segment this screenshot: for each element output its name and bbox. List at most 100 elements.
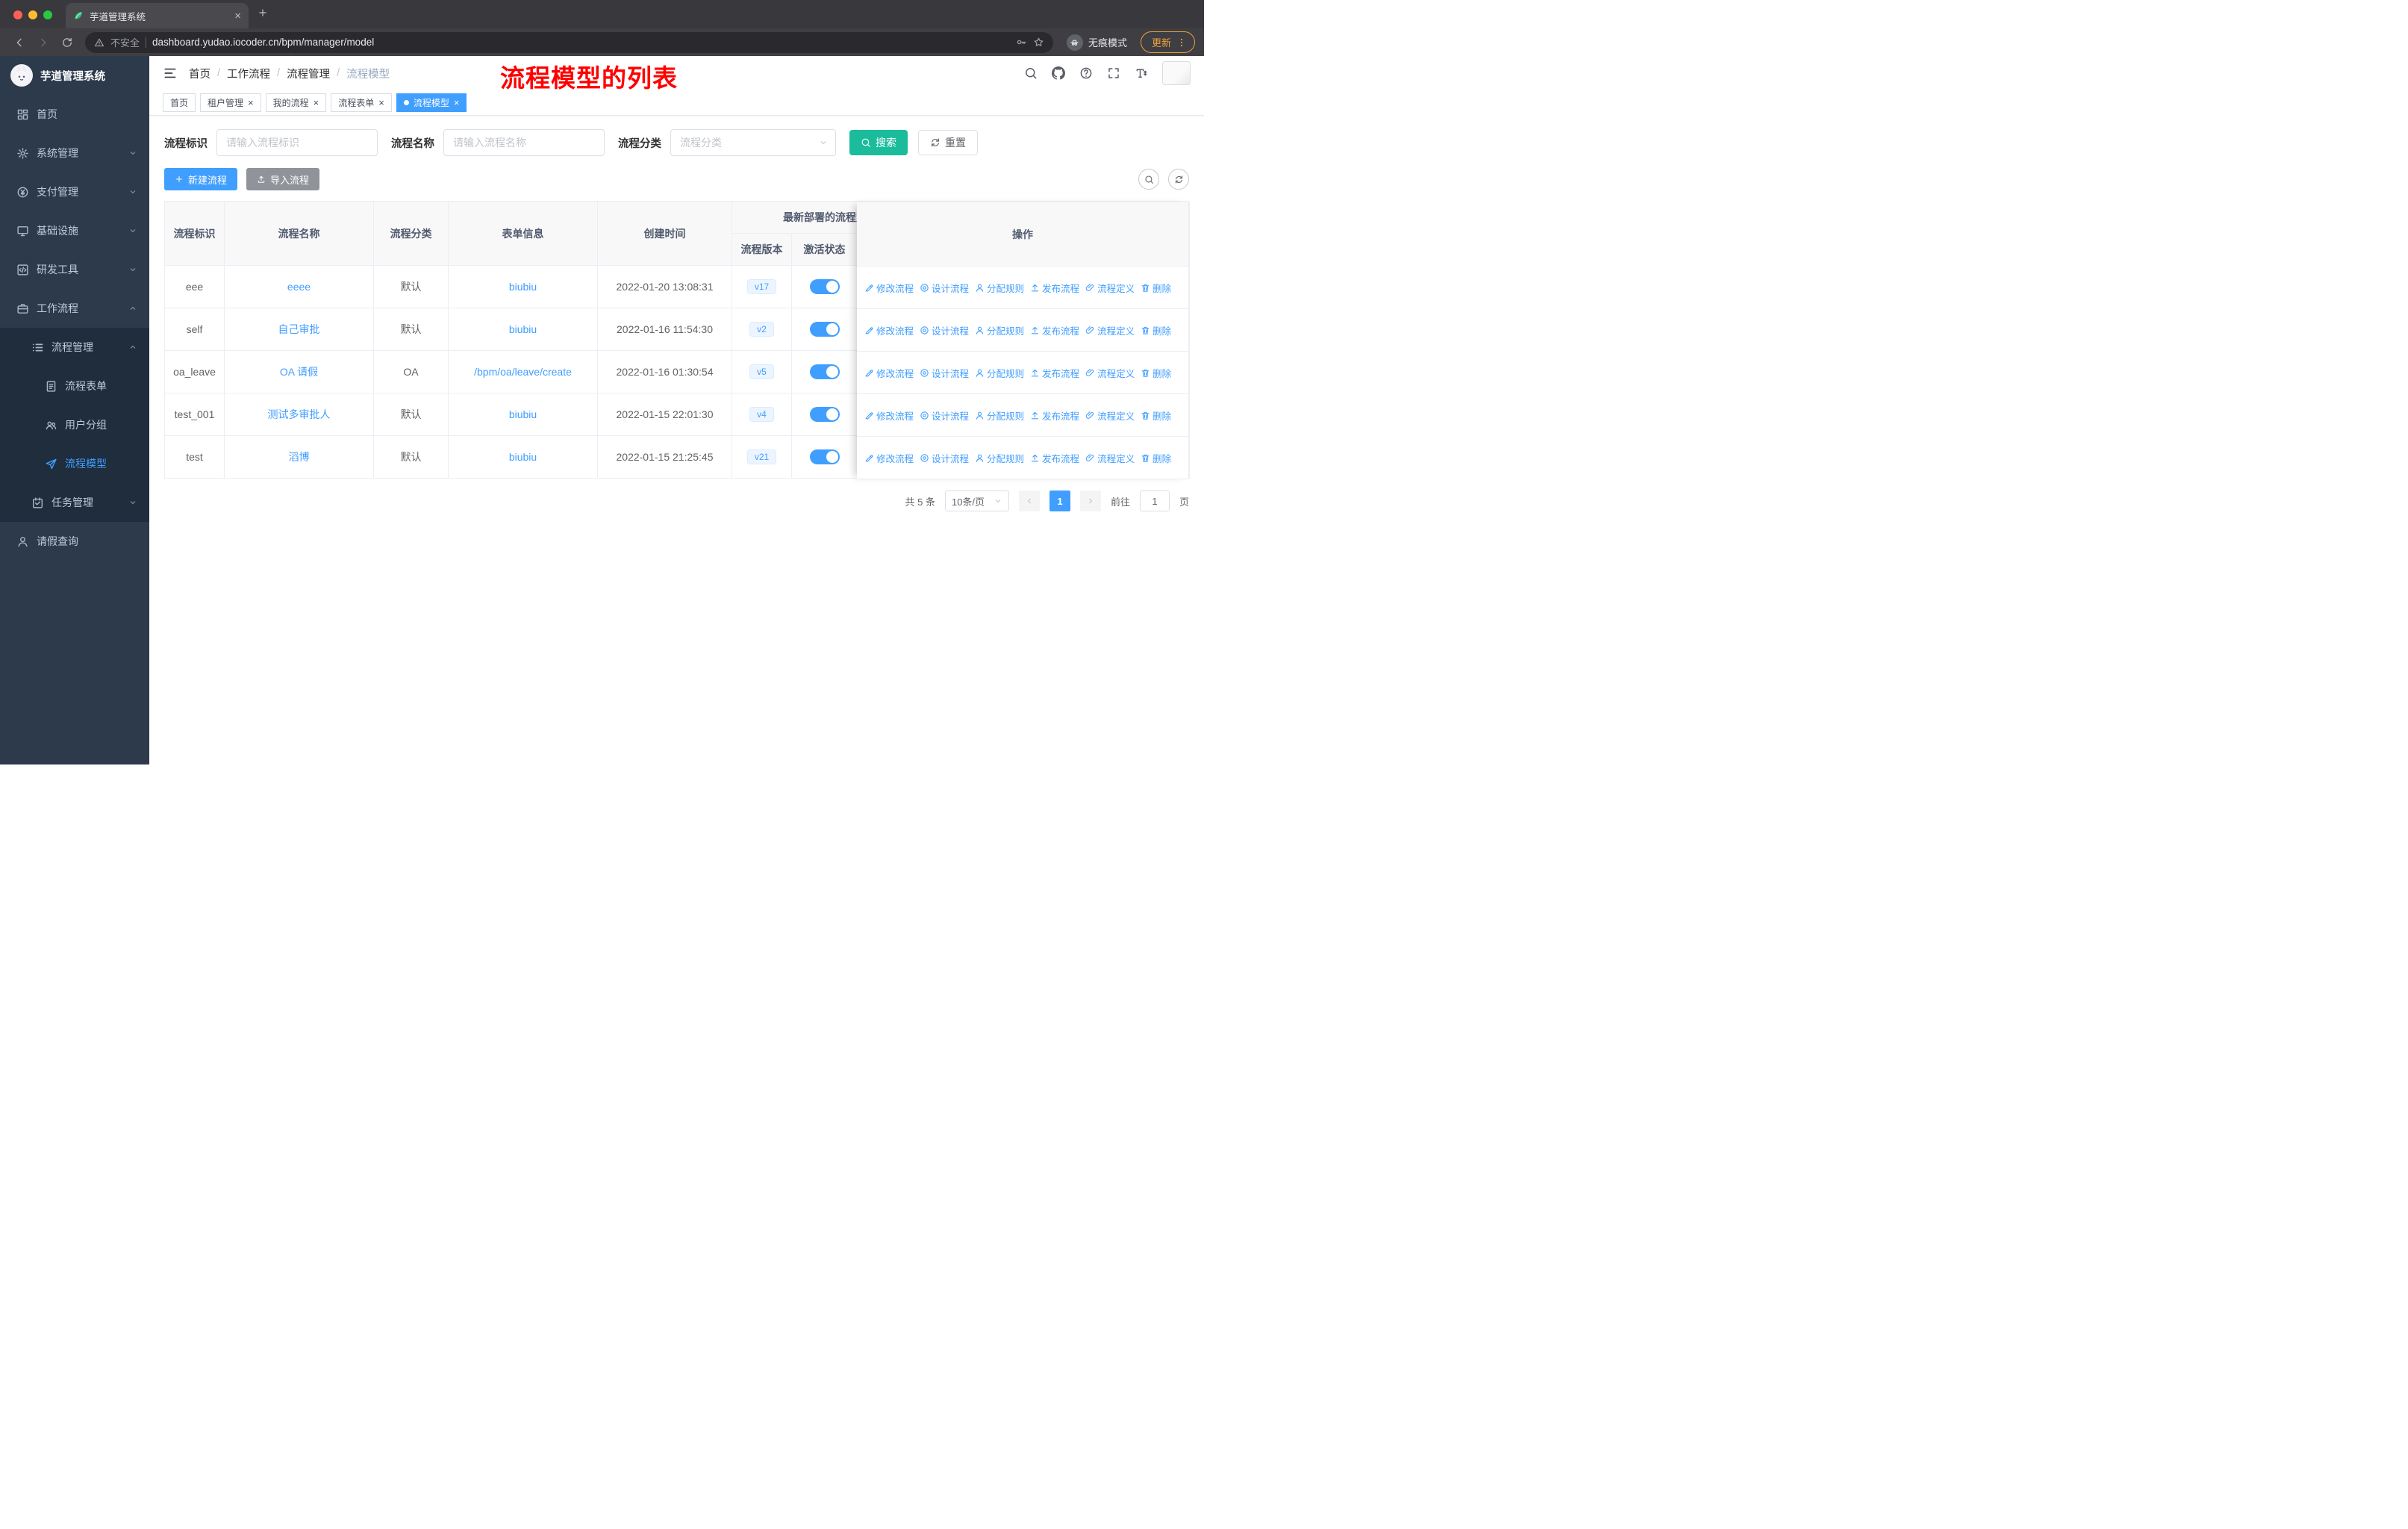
active-toggle[interactable] xyxy=(809,449,840,464)
breadcrumb-item[interactable]: 流程模型 xyxy=(346,66,390,81)
refresh-table-button[interactable] xyxy=(1168,169,1189,190)
process-key-input[interactable] xyxy=(216,129,378,156)
hamburger-icon[interactable] xyxy=(163,66,178,81)
sidebar-item-process-form[interactable]: 流程表单 xyxy=(0,367,149,405)
modify-process-link[interactable]: 修改流程 xyxy=(864,408,914,423)
search-button[interactable]: 搜索 xyxy=(849,130,908,155)
sidebar-item-system[interactable]: 系统管理 xyxy=(0,134,149,172)
process-name-link[interactable]: OA 请假 xyxy=(280,366,318,378)
view-tab-process-form[interactable]: 流程表单 × xyxy=(331,93,392,112)
zoom-window-button[interactable] xyxy=(43,10,52,19)
active-toggle[interactable] xyxy=(809,279,840,294)
show-search-button[interactable] xyxy=(1138,169,1159,190)
design-process-link[interactable]: 设计流程 xyxy=(920,408,969,423)
minimize-window-button[interactable] xyxy=(28,10,37,19)
publish-process-link[interactable]: 发布流程 xyxy=(1030,451,1079,465)
sidebar-item-user-group[interactable]: 用户分组 xyxy=(0,405,149,444)
delete-link[interactable]: 删除 xyxy=(1141,281,1171,295)
category-select[interactable]: 流程分类 xyxy=(670,129,836,156)
view-tab-my-process[interactable]: 我的流程 × xyxy=(265,93,327,112)
sidebar-item-workflow[interactable]: 工作流程 xyxy=(0,289,149,328)
close-tab-icon[interactable]: × xyxy=(234,10,241,22)
reset-button[interactable]: 重置 xyxy=(918,130,978,155)
breadcrumb-item[interactable]: 首页 xyxy=(189,66,210,81)
prev-page-button[interactable] xyxy=(1018,491,1040,511)
sidebar-item-payment[interactable]: 支付管理 xyxy=(0,172,149,211)
goto-page-input[interactable] xyxy=(1139,491,1170,511)
assign-rule-link[interactable]: 分配规则 xyxy=(975,281,1024,295)
delete-link[interactable]: 删除 xyxy=(1141,366,1171,380)
process-definition-link[interactable]: 流程定义 xyxy=(1085,408,1135,423)
back-button[interactable] xyxy=(9,32,30,53)
key-icon[interactable] xyxy=(1016,37,1027,48)
design-process-link[interactable]: 设计流程 xyxy=(920,451,969,465)
process-definition-link[interactable]: 流程定义 xyxy=(1085,366,1135,380)
new-tab-button[interactable] xyxy=(249,7,277,28)
font-size-icon[interactable] xyxy=(1135,66,1148,80)
close-window-button[interactable] xyxy=(13,10,22,19)
breadcrumb-item[interactable]: 流程管理 xyxy=(287,66,330,81)
process-name-link[interactable]: 自己审批 xyxy=(278,323,320,335)
assign-rule-link[interactable]: 分配规则 xyxy=(975,323,1024,337)
sidebar-item-infrastructure[interactable]: 基础设施 xyxy=(0,211,149,250)
reload-button[interactable] xyxy=(57,32,78,53)
form-info-link[interactable]: biubiu xyxy=(509,323,537,335)
publish-process-link[interactable]: 发布流程 xyxy=(1030,281,1079,295)
close-tab-icon[interactable]: × xyxy=(454,98,460,108)
import-process-button[interactable]: 导入流程 xyxy=(246,168,320,190)
user-avatar[interactable] xyxy=(1162,61,1191,85)
assign-rule-link[interactable]: 分配规则 xyxy=(975,451,1024,465)
sidebar-item-leave-query[interactable]: 请假查询 xyxy=(0,522,149,561)
breadcrumb-item[interactable]: 工作流程 xyxy=(227,66,270,81)
current-page-button[interactable]: 1 xyxy=(1049,491,1070,511)
delete-link[interactable]: 删除 xyxy=(1141,323,1171,337)
design-process-link[interactable]: 设计流程 xyxy=(920,323,969,337)
process-name-link[interactable]: eeee xyxy=(287,281,311,293)
process-definition-link[interactable]: 流程定义 xyxy=(1085,281,1135,295)
browser-menu-icon[interactable] xyxy=(1176,37,1187,48)
process-definition-link[interactable]: 流程定义 xyxy=(1085,323,1135,337)
process-definition-link[interactable]: 流程定义 xyxy=(1085,451,1135,465)
modify-process-link[interactable]: 修改流程 xyxy=(864,366,914,380)
help-icon[interactable] xyxy=(1079,66,1093,80)
github-icon[interactable] xyxy=(1052,66,1065,80)
assign-rule-link[interactable]: 分配规则 xyxy=(975,408,1024,423)
publish-process-link[interactable]: 发布流程 xyxy=(1030,408,1079,423)
browser-tab[interactable]: 芋道管理系统 × xyxy=(66,3,249,28)
page-size-select[interactable]: 10条/页 xyxy=(944,491,1009,511)
form-info-link[interactable]: biubiu xyxy=(509,408,537,420)
process-name-link[interactable]: 滔博 xyxy=(289,451,310,463)
update-button[interactable]: 更新 xyxy=(1140,31,1195,53)
active-toggle[interactable] xyxy=(809,407,840,422)
sidebar-item-process-model[interactable]: 流程模型 xyxy=(0,444,149,483)
form-info-link[interactable]: biubiu xyxy=(509,281,537,293)
form-info-link[interactable]: biubiu xyxy=(509,451,537,463)
fullscreen-icon[interactable] xyxy=(1107,66,1120,80)
publish-process-link[interactable]: 发布流程 xyxy=(1030,366,1079,380)
sidebar-item-home[interactable]: 首页 xyxy=(0,95,149,134)
sidebar-item-devtools[interactable]: 研发工具 xyxy=(0,250,149,289)
view-tab-home[interactable]: 首页 xyxy=(163,93,196,112)
address-bar[interactable]: 不安全 dashboard.yudao.iocoder.cn/bpm/manag… xyxy=(85,31,1053,53)
next-page-button[interactable] xyxy=(1079,491,1101,511)
delete-link[interactable]: 删除 xyxy=(1141,451,1171,465)
form-info-link[interactable]: /bpm/oa/leave/create xyxy=(474,366,572,378)
process-name-link[interactable]: 测试多审批人 xyxy=(268,408,331,420)
publish-process-link[interactable]: 发布流程 xyxy=(1030,323,1079,337)
close-tab-icon[interactable]: × xyxy=(314,98,319,108)
active-toggle[interactable] xyxy=(809,322,840,337)
view-tab-process-model[interactable]: 流程模型 × xyxy=(396,93,467,112)
bookmark-star-icon[interactable] xyxy=(1033,37,1044,48)
sidebar-item-task-manage[interactable]: 任务管理 xyxy=(0,483,149,522)
sidebar-item-process-manage[interactable]: 流程管理 xyxy=(0,328,149,367)
active-toggle[interactable] xyxy=(809,364,840,379)
forward-button[interactable] xyxy=(33,32,54,53)
create-process-button[interactable]: 新建流程 xyxy=(164,168,238,190)
modify-process-link[interactable]: 修改流程 xyxy=(864,281,914,295)
design-process-link[interactable]: 设计流程 xyxy=(920,281,969,295)
search-icon[interactable] xyxy=(1024,66,1038,80)
process-name-input[interactable] xyxy=(443,129,605,156)
modify-process-link[interactable]: 修改流程 xyxy=(864,451,914,465)
delete-link[interactable]: 删除 xyxy=(1141,408,1171,423)
assign-rule-link[interactable]: 分配规则 xyxy=(975,366,1024,380)
